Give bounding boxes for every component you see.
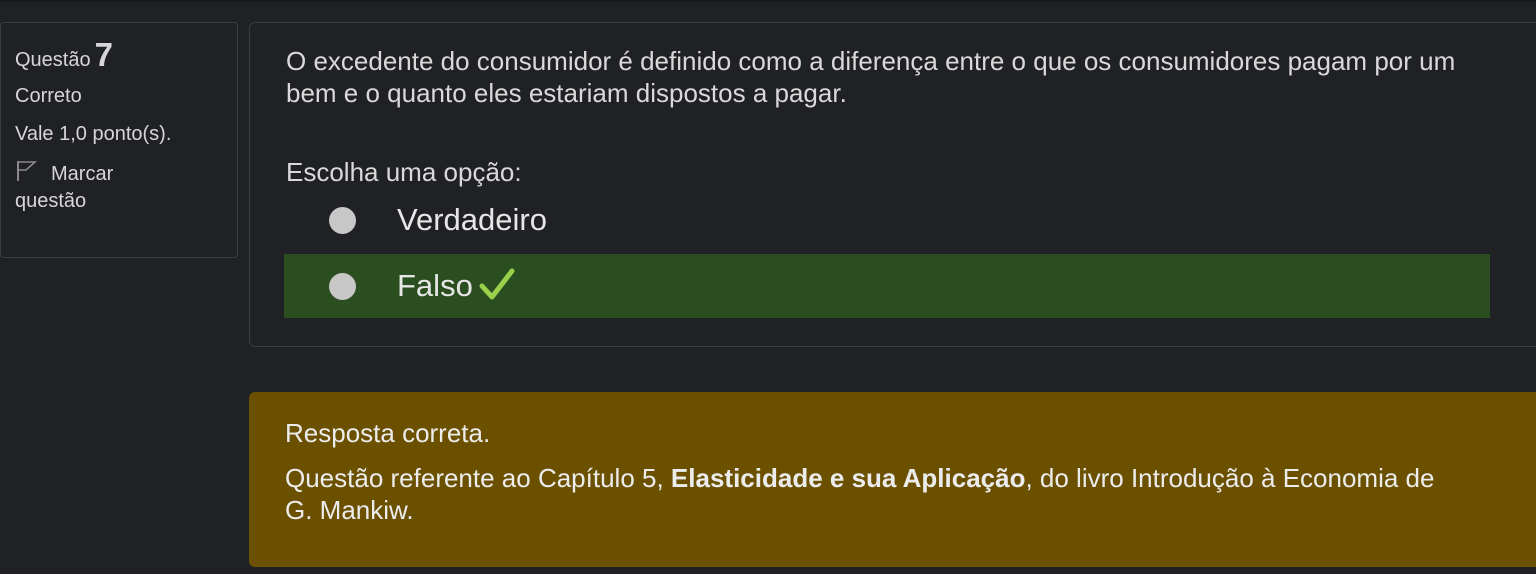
radio-icon[interactable] — [329, 207, 356, 234]
question-state: Correto — [15, 85, 82, 107]
feedback-panel: Resposta correta. Questão referente ao C… — [249, 392, 1536, 567]
flag-icon — [15, 160, 38, 189]
flag-label-line2: questão — [15, 190, 87, 212]
option-label-container: Falso — [397, 268, 515, 310]
question-grade: Vale 1,0 ponto(s). — [15, 123, 172, 145]
check-icon — [479, 268, 515, 310]
option-label: Verdadeiro — [397, 202, 547, 237]
top-divider — [0, 0, 1536, 2]
question-info-panel: Questão 7 Correto Vale 1,0 ponto(s). Marc… — [0, 22, 238, 258]
question-text: O excedente do consumidor é definido com… — [286, 46, 1456, 108]
feedback-text-before: Questão referente ao Capítulo 5, — [285, 463, 671, 493]
feedback-chapter-title: Elasticidade e sua Aplicação — [670, 463, 1026, 493]
answer-prompt: Escolha uma opção: — [286, 157, 522, 187]
flag-question-link[interactable]: Marcar questão — [15, 160, 223, 214]
question-content: O excedente do consumidor é definido com… — [249, 22, 1536, 347]
option-label: Falso — [397, 268, 473, 303]
option-falso[interactable]: Falso — [284, 254, 1490, 318]
radio-icon[interactable] — [329, 273, 356, 300]
question-number-value: 7 — [94, 36, 113, 73]
question-label: Questão — [15, 49, 91, 71]
option-verdadeiro[interactable]: Verdadeiro — [284, 188, 1490, 252]
feedback-title: Resposta correta. — [285, 418, 491, 448]
flag-label-line1: Marcar — [51, 163, 114, 185]
question-number: Questão 7 — [15, 37, 223, 78]
feedback-text: Questão referente ao Capítulo 5, Elastic… — [285, 462, 1465, 526]
